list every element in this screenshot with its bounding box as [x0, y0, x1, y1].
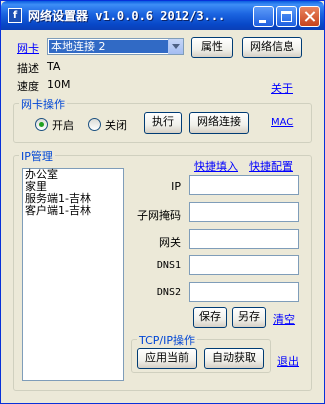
list-item[interactable]: 客户端1-吉林: [23, 205, 123, 217]
exit-link[interactable]: 退出: [277, 353, 299, 369]
clear-link[interactable]: 清空: [273, 311, 295, 327]
apply-current-button[interactable]: 应用当前: [137, 348, 197, 369]
adapter-select[interactable]: 本地连接 2: [47, 38, 184, 55]
gateway-input[interactable]: [189, 229, 299, 249]
ip-manage-title: IP管理: [19, 148, 55, 164]
properties-button[interactable]: 属性: [191, 37, 233, 58]
close-icon[interactable]: [299, 6, 320, 27]
dns2-input[interactable]: [189, 282, 299, 302]
dns1-label: DNS1: [156, 260, 181, 271]
network-info-button[interactable]: 网络信息: [242, 37, 302, 58]
desc-label: 描述: [17, 62, 39, 75]
ip-input[interactable]: [189, 175, 299, 195]
window-title: 网络设置器 v1.0.0.6 2012/3...: [28, 9, 226, 23]
desc-value: TA: [47, 60, 61, 73]
maximize-icon[interactable]: [276, 6, 297, 27]
adapter-selected-value: 本地连接 2: [49, 40, 168, 53]
auto-obtain-button[interactable]: 自动获取: [204, 348, 264, 369]
adapter-link[interactable]: 网卡: [17, 40, 39, 56]
save-button[interactable]: 保存: [193, 307, 227, 328]
chevron-down-icon[interactable]: [168, 39, 183, 54]
main-window: f 网络设置器 v1.0.0.6 2012/3... 网卡 本地连接 2 属性 …: [0, 0, 325, 404]
radio-off-label[interactable]: 关闭: [105, 117, 127, 133]
about-link[interactable]: 关于: [271, 80, 293, 96]
gateway-label: 网关: [159, 236, 181, 249]
subnet-mask-label: 子网掩码: [137, 209, 181, 222]
minimize-icon[interactable]: [253, 6, 274, 27]
radio-on[interactable]: [35, 118, 48, 131]
dns1-input[interactable]: [189, 255, 299, 275]
tcpip-title: TCP/IP操作: [137, 332, 197, 348]
radio-off[interactable]: [88, 118, 101, 131]
nic-ops-title: 网卡操作: [19, 96, 67, 112]
mac-link[interactable]: MAC: [271, 117, 293, 128]
save-as-button[interactable]: 另存: [232, 307, 266, 328]
dns2-label: DNS2: [156, 287, 181, 298]
quick-config-link[interactable]: 快捷配置: [249, 158, 293, 174]
title-bar[interactable]: f 网络设置器 v1.0.0.6 2012/3...: [1, 1, 324, 30]
radio-on-label[interactable]: 开启: [52, 117, 74, 133]
app-icon: f: [8, 8, 22, 23]
quick-fill-link[interactable]: 快捷填入: [194, 158, 238, 174]
subnet-mask-input[interactable]: [189, 202, 299, 222]
speed-value: 10M: [47, 78, 71, 91]
speed-label: 速度: [17, 80, 39, 93]
profile-list[interactable]: 办公室 家里 服务端1-吉林 客户端1-吉林: [22, 168, 124, 381]
execute-button[interactable]: 执行: [144, 112, 182, 134]
ip-label: IP: [171, 180, 181, 193]
network-connect-button[interactable]: 网络连接: [189, 112, 249, 134]
